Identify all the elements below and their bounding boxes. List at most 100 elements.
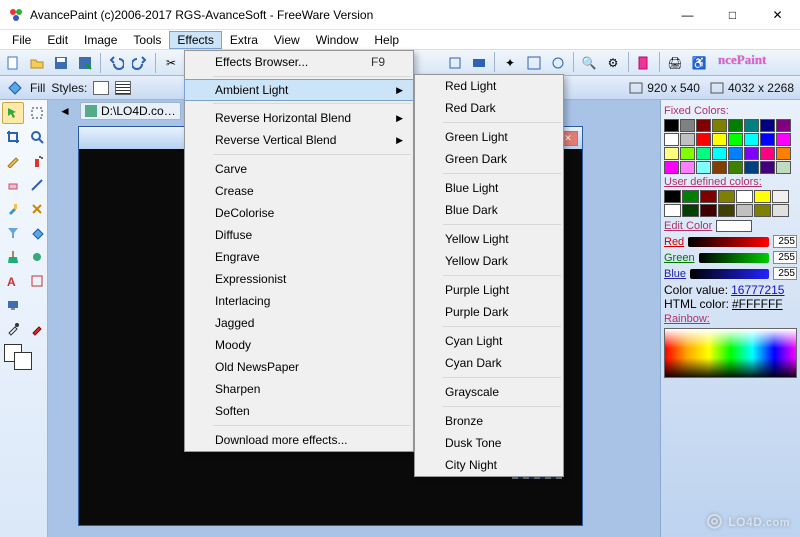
effect-moody[interactable]: Moody <box>185 334 413 356</box>
color-swatch[interactable] <box>696 161 711 174</box>
effect-old-newspaper[interactable]: Old NewsPaper <box>185 356 413 378</box>
color-swatch[interactable] <box>744 133 759 146</box>
color-swatch[interactable] <box>718 204 735 217</box>
menu-view[interactable]: View <box>266 31 308 49</box>
tool-f-icon[interactable]: 🔍 <box>578 52 600 74</box>
ambient-cyan-light[interactable]: Cyan Light <box>415 330 563 352</box>
color-swatch[interactable] <box>760 147 775 160</box>
ambient-dusk-tone[interactable]: Dusk Tone <box>415 432 563 454</box>
marquee-tool[interactable] <box>26 102 48 124</box>
color-swatch[interactable] <box>664 190 681 203</box>
tool-h-icon[interactable] <box>633 52 655 74</box>
color-swatch[interactable] <box>760 161 775 174</box>
select-arrow-tool[interactable] <box>2 102 24 124</box>
menu-image[interactable]: Image <box>76 31 125 49</box>
tool-a-icon[interactable] <box>444 52 466 74</box>
color-swatch[interactable] <box>754 204 771 217</box>
ambient-purple-dark[interactable]: Purple Dark <box>415 301 563 323</box>
tool-i-icon[interactable]: 🖨 <box>664 52 686 74</box>
fgbg-colors[interactable] <box>2 342 48 372</box>
color-swatch[interactable] <box>776 147 791 160</box>
green-slider[interactable] <box>699 253 769 263</box>
ambient-blue-dark[interactable]: Blue Dark <box>415 199 563 221</box>
ambient-purple-light[interactable]: Purple Light <box>415 279 563 301</box>
eyedrop2-tool[interactable] <box>26 318 48 340</box>
color-swatch[interactable] <box>744 147 759 160</box>
text-tool[interactable]: A <box>2 270 24 292</box>
effect-expressionist[interactable]: Expressionist <box>185 268 413 290</box>
color-swatch[interactable] <box>736 204 753 217</box>
blue-value[interactable]: 255 <box>773 267 797 280</box>
effect-crease[interactable]: Crease <box>185 180 413 202</box>
spray-tool[interactable] <box>26 150 48 172</box>
close-button[interactable]: ✕ <box>755 0 800 29</box>
color-swatch[interactable] <box>772 204 789 217</box>
menu-edit[interactable]: Edit <box>39 31 76 49</box>
color-swatch[interactable] <box>754 190 771 203</box>
color-swatch[interactable] <box>664 161 679 174</box>
green-value[interactable]: 255 <box>773 251 797 264</box>
rainbow-picker[interactable] <box>664 328 797 378</box>
html-color-value[interactable]: #FFFFFF <box>732 297 783 311</box>
color-swatch[interactable] <box>728 147 743 160</box>
effect-interlacing[interactable]: Interlacing <box>185 290 413 312</box>
color-swatch[interactable] <box>680 147 695 160</box>
ambient-bronze[interactable]: Bronze <box>415 410 563 432</box>
color-swatch[interactable] <box>664 119 679 132</box>
crop-tool[interactable] <box>2 126 24 148</box>
ambient-yellow-dark[interactable]: Yellow Dark <box>415 250 563 272</box>
color-swatch[interactable] <box>696 147 711 160</box>
smudge-tool[interactable] <box>26 246 48 268</box>
color-swatch[interactable] <box>664 147 679 160</box>
color-swatch[interactable] <box>776 133 791 146</box>
zoom-tool[interactable] <box>26 126 48 148</box>
menu-help[interactable]: Help <box>366 31 407 49</box>
effects-browser-item[interactable]: Effects Browser...F9 <box>185 51 413 73</box>
color-swatch[interactable] <box>760 119 775 132</box>
color-swatch[interactable] <box>718 190 735 203</box>
color-swatch[interactable] <box>680 133 695 146</box>
color-swatch[interactable] <box>700 204 717 217</box>
effect-carve[interactable]: Carve <box>185 158 413 180</box>
effect-diffuse[interactable]: Diffuse <box>185 224 413 246</box>
document-tab[interactable]: D:\LO4D.co… <box>80 102 181 120</box>
ambient-red-light[interactable]: Red Light <box>415 75 563 97</box>
tool-j-icon[interactable]: ♿ <box>688 52 710 74</box>
ambient-green-light[interactable]: Green Light <box>415 126 563 148</box>
color-swatch[interactable] <box>744 119 759 132</box>
pencil-tool[interactable] <box>2 150 24 172</box>
line-tool[interactable] <box>26 174 48 196</box>
eyedrop-tool[interactable] <box>2 318 24 340</box>
red-value[interactable]: 255 <box>773 235 797 248</box>
tool-c-icon[interactable]: ✦ <box>499 52 521 74</box>
maximize-button[interactable]: □ <box>710 0 755 29</box>
ambient-red-dark[interactable]: Red Dark <box>415 97 563 119</box>
ambient-light-item[interactable]: Ambient Light▶ <box>184 79 414 101</box>
color-swatch[interactable] <box>664 133 679 146</box>
tool-d-icon[interactable] <box>523 52 545 74</box>
menu-extra[interactable]: Extra <box>222 31 266 49</box>
effect-sharpen[interactable]: Sharpen <box>185 378 413 400</box>
redo-icon[interactable] <box>129 52 151 74</box>
color-swatch[interactable] <box>760 133 775 146</box>
style-swatch-2[interactable] <box>115 81 131 95</box>
color-swatch[interactable] <box>680 161 695 174</box>
bucket-tool[interactable] <box>26 222 48 244</box>
broom-tool[interactable] <box>2 246 24 268</box>
undo-icon[interactable] <box>105 52 127 74</box>
color-value[interactable]: 16777215 <box>731 283 784 297</box>
color-swatch[interactable] <box>736 190 753 203</box>
reverse-horizontal-blend-item[interactable]: Reverse Horizontal Blend▶ <box>185 107 413 129</box>
color-swatch[interactable] <box>712 133 727 146</box>
color-swatch[interactable] <box>712 119 727 132</box>
color-swatch[interactable] <box>728 161 743 174</box>
screen-tool[interactable] <box>2 294 24 316</box>
ambient-yellow-light[interactable]: Yellow Light <box>415 228 563 250</box>
tool-g-icon[interactable]: ⚙ <box>602 52 624 74</box>
color-swatch[interactable] <box>700 190 717 203</box>
ambient-blue-light[interactable]: Blue Light <box>415 177 563 199</box>
red-slider[interactable] <box>688 237 769 247</box>
menu-window[interactable]: Window <box>308 31 367 49</box>
color-swatch[interactable] <box>682 204 699 217</box>
color-swatch[interactable] <box>712 161 727 174</box>
